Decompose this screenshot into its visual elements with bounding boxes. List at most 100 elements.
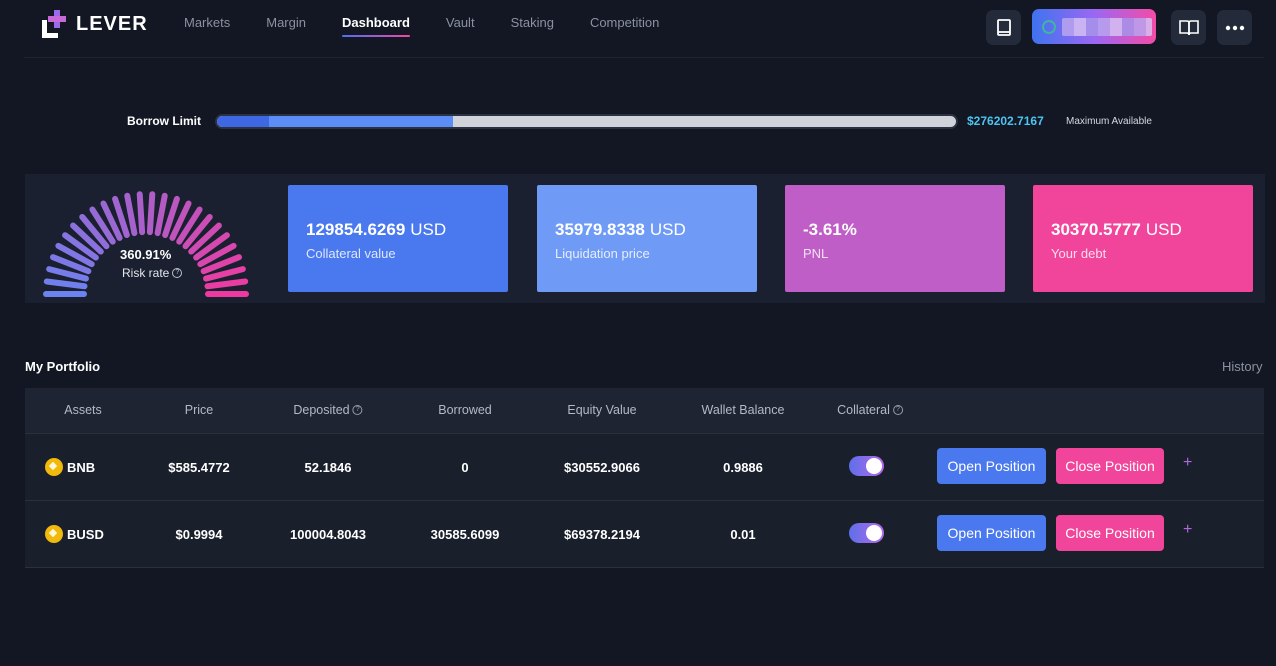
nav-margin[interactable]: Margin — [266, 15, 306, 35]
your-debt-card: 30370.5777 USD Your debt — [1033, 185, 1253, 292]
gauge-tick — [204, 278, 249, 290]
col-equity-value: Equity Value — [567, 403, 637, 417]
close-position-button[interactable]: Close Position — [1056, 515, 1164, 551]
borrow-limit-bar — [215, 114, 958, 129]
wallet-balance-cell: 0.9886 — [723, 460, 763, 475]
collateral-toggle[interactable] — [849, 456, 884, 476]
card-value: -3.61% — [803, 220, 1005, 240]
col-collateral: Collateral? — [837, 403, 903, 417]
card-label: Collateral value — [306, 246, 396, 261]
main-nav: Markets Margin Dashboard Vault Staking C… — [184, 15, 695, 37]
guide-button[interactable] — [1171, 10, 1206, 45]
borrow-max-caption: Maximum Available — [1066, 116, 1152, 127]
table-row: BUSD $0.9994 100004.8043 30585.6099 $693… — [25, 501, 1264, 568]
card-label: Liquidation price — [555, 246, 650, 261]
asset-cell: BUSD — [45, 525, 104, 543]
borrow-limit-label: Borrow Limit — [127, 114, 201, 128]
asset-symbol: BUSD — [67, 526, 104, 542]
gauge-tick — [154, 192, 168, 237]
more-menu-button[interactable] — [1217, 10, 1252, 45]
card-unit: USD — [1145, 220, 1182, 239]
open-position-button[interactable]: Open Position — [937, 515, 1046, 551]
open-position-button[interactable]: Open Position — [937, 448, 1046, 484]
risk-rate-value: 360.91% — [120, 247, 172, 262]
help-icon[interactable]: ? — [352, 405, 363, 415]
price-cell: $585.4772 — [168, 460, 230, 475]
debt-amount: 30370.5777 — [1051, 220, 1141, 239]
pnl-card: -3.61% PNL — [785, 185, 1005, 292]
close-position-button[interactable]: Close Position — [1056, 448, 1164, 484]
col-deposited: Deposited? — [293, 403, 363, 417]
card-unit: USD — [649, 220, 686, 239]
col-assets: Assets — [64, 403, 102, 417]
expand-plus-icon[interactable]: + — [1183, 454, 1192, 472]
asset-cell: BNB — [45, 458, 95, 476]
card-value: 35979.8338 USD — [555, 220, 757, 240]
lever-logo[interactable]: LEVER — [42, 10, 148, 38]
card-unit: USD — [410, 220, 447, 239]
wallet-balance-cell: 0.01 — [730, 527, 756, 542]
gauge-tick — [136, 191, 146, 236]
history-link[interactable]: History — [1222, 359, 1262, 374]
risk-gauge-ticks — [43, 191, 249, 297]
nav-dashboard[interactable]: Dashboard — [341, 15, 410, 37]
table-header: Assets Price Deposited? Borrowed Equity … — [25, 388, 1264, 434]
equity-cell: $69378.2194 — [564, 527, 640, 542]
lever-logo-icon — [42, 10, 66, 38]
deposited-cell: 100004.8043 — [290, 527, 366, 542]
borrow-limit-fill — [217, 116, 454, 127]
col-borrowed: Borrowed — [438, 403, 492, 417]
nav-markets[interactable]: Markets — [184, 15, 230, 35]
borrowed-cell: 0 — [461, 460, 469, 475]
liquidation-price-amount: 35979.8338 — [555, 220, 645, 239]
col-collateral-text: Collateral — [837, 403, 890, 417]
nav-staking[interactable]: Staking — [511, 15, 554, 35]
wallet-address-redacted — [1062, 17, 1152, 36]
liquidation-price-card: 35979.8338 USD Liquidation price — [537, 185, 757, 292]
col-wallet-balance: Wallet Balance — [701, 403, 785, 417]
collateral-toggle[interactable] — [849, 523, 884, 543]
price-cell: $0.9994 — [175, 527, 223, 542]
collateral-value-amount: 129854.6269 — [306, 220, 406, 239]
col-deposited-text: Deposited — [293, 403, 350, 417]
card-value: 30370.5777 USD — [1051, 220, 1253, 240]
gauge-tick — [146, 191, 156, 236]
docs-button[interactable] — [986, 10, 1021, 45]
borrow-max-value: $276202.7167 — [967, 114, 1044, 128]
more-dots-icon — [1225, 25, 1244, 30]
col-price: Price — [184, 403, 214, 417]
gauge-tick — [124, 192, 138, 237]
bnb-coin-icon — [45, 458, 63, 476]
open-book-icon — [1178, 19, 1199, 35]
asset-symbol: BNB — [67, 459, 96, 475]
top-navigation-bar: LEVER Markets Margin Dashboard Vault Sta… — [0, 0, 1276, 58]
table-row: BNB $585.4772 52.1846 0 $30552.9066 0.98… — [25, 434, 1264, 501]
help-icon[interactable]: ? — [172, 268, 183, 278]
nav-vault[interactable]: Vault — [446, 15, 475, 35]
nav-competition[interactable]: Competition — [590, 15, 659, 35]
collateral-value-card: 129854.6269 USD Collateral value — [288, 185, 508, 292]
brand-name: LEVER — [76, 12, 148, 35]
card-label: Your debt — [1051, 246, 1107, 261]
expand-plus-icon[interactable]: + — [1183, 521, 1192, 539]
busd-coin-icon — [45, 525, 63, 543]
risk-rate-label: Risk rate ? — [122, 266, 183, 280]
toggle-knob — [866, 458, 882, 474]
deposited-cell: 52.1846 — [304, 460, 352, 475]
wallet-identicon — [1042, 19, 1056, 34]
toggle-knob — [866, 525, 882, 541]
wallet-address-button[interactable] — [1032, 9, 1156, 44]
portfolio-table: Assets Price Deposited? Borrowed Equity … — [25, 388, 1264, 568]
pnl-amount: -3.61% — [803, 220, 857, 239]
borrowed-cell: 30585.6099 — [430, 527, 500, 542]
card-value: 129854.6269 USD — [306, 220, 508, 240]
risk-rate-label-text: Risk rate — [122, 266, 170, 280]
risk-rate-gauge — [27, 176, 265, 301]
card-label: PNL — [803, 246, 829, 261]
gauge-tick — [43, 278, 88, 290]
portfolio-title: My Portfolio — [25, 359, 101, 374]
equity-cell: $30552.9066 — [564, 460, 640, 475]
help-icon[interactable]: ? — [892, 405, 903, 415]
book-icon — [996, 18, 1011, 36]
header-divider — [24, 57, 1264, 58]
